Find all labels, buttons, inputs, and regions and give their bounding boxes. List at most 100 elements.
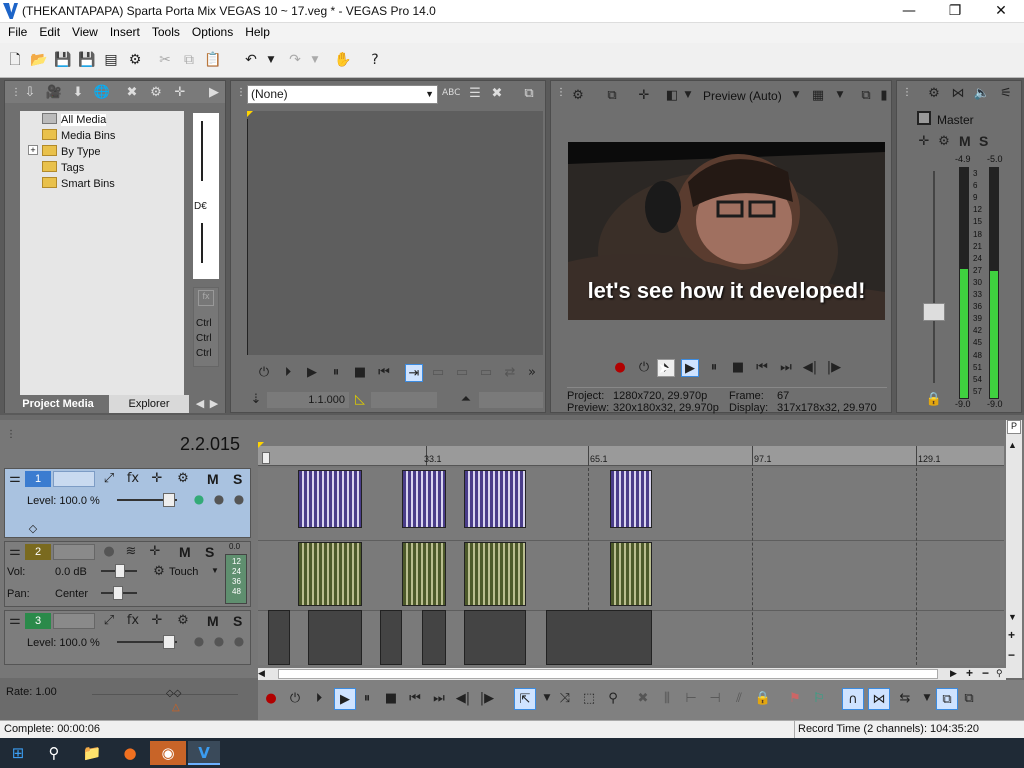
chevron-down-icon[interactable]: ▼ <box>538 690 556 708</box>
close-button[interactable]: ✕ <box>978 0 1024 23</box>
video-clip[interactable] <box>610 470 652 528</box>
menu-insert[interactable]: Insert <box>106 23 144 41</box>
chevron-down-icon[interactable]: ▼ <box>831 87 849 105</box>
lock-icon[interactable]: 🔒 <box>754 690 772 708</box>
video-clip[interactable] <box>380 610 402 665</box>
compositing-icon[interactable]: ● <box>191 633 207 649</box>
vertical-scrollbar[interactable]: P ▲ ▼ + − <box>1006 420 1022 678</box>
compositing-icon[interactable]: ● <box>211 633 227 649</box>
zoom-in-icon[interactable]: + <box>1008 628 1015 642</box>
insert-region-icon[interactable]: ⚐ <box>810 690 828 708</box>
track-name-field[interactable] <box>53 471 95 487</box>
import-media-icon[interactable]: ⇩ <box>21 84 39 102</box>
compositing-icon[interactable]: ● <box>211 491 227 507</box>
add-to-timeline-icon[interactable]: ⇥ <box>405 364 423 382</box>
collapse-icon[interactable]: ⚌ <box>7 613 23 629</box>
tab-project-media[interactable]: Project Media <box>9 395 107 413</box>
play-from-start-icon[interactable]: ⏵ <box>279 364 297 382</box>
composite-mode-icon[interactable]: ✛ <box>149 471 165 487</box>
arm-record-icon[interactable]: ● <box>101 544 117 560</box>
previous-frame-icon[interactable]: ◀| <box>801 359 819 377</box>
trimmer-option-icon[interactable]: ⇄ <box>501 364 519 382</box>
copy-snapshot-icon[interactable]: ⧉ <box>857 87 875 105</box>
menu-edit[interactable]: Edit <box>35 23 64 41</box>
go-to-start-icon[interactable]: ⏮ <box>375 364 393 382</box>
trim-icon[interactable]: ⫼ <box>658 690 676 708</box>
go-to-end-icon[interactable]: ⏭ <box>430 690 448 708</box>
auto-ripple-icon[interactable]: ⇆ <box>896 690 914 708</box>
trimmer-end-field[interactable] <box>479 392 543 408</box>
go-to-start-icon[interactable]: ⏮ <box>753 359 771 377</box>
speaker-icon[interactable]: 🔈 <box>973 85 991 103</box>
track-fx-icon[interactable]: fx <box>125 613 141 629</box>
video-clip[interactable] <box>298 470 362 528</box>
compositing-icon[interactable]: ● <box>231 633 247 649</box>
trimmer-option-icon[interactable]: ▭ <box>429 364 447 382</box>
tree-item-by-type[interactable]: By Type <box>42 145 101 158</box>
save-as-icon[interactable]: 💾 <box>78 52 96 70</box>
zoom-out-h-icon[interactable]: − <box>982 666 989 680</box>
zoom-tool-icon[interactable]: ⚲ <box>996 668 1003 679</box>
tab-scroll-left-icon[interactable]: ◀ <box>193 395 207 413</box>
pause-icon[interactable]: ⏸ <box>358 690 376 708</box>
media-generators-icon[interactable]: ✛ <box>171 84 189 102</box>
properties-icon[interactable]: ⚙ <box>126 52 144 70</box>
auto-crossfade-icon[interactable]: ⋈ <box>868 688 890 710</box>
stop-icon[interactable]: ■ <box>729 359 747 377</box>
scroll-down-icon[interactable]: ▼ <box>1008 612 1017 622</box>
level-slider-thumb[interactable] <box>163 493 175 507</box>
delete-icon[interactable]: ✖ <box>634 690 652 708</box>
go-to-start-icon[interactable]: ⏮ <box>406 690 424 708</box>
capture-video-icon[interactable]: 🎥 <box>45 84 63 102</box>
master-fader-thumb[interactable] <box>923 303 945 321</box>
file-explorer-icon[interactable]: 📁 <box>76 741 108 765</box>
lock-envelopes-icon[interactable]: ⧉ <box>936 688 958 710</box>
loop-playback-icon[interactable]: ⏻ <box>635 359 653 377</box>
paste-icon[interactable]: 📋 <box>204 52 222 70</box>
ignore-grouping-icon[interactable]: ⧉ <box>960 690 978 708</box>
vegas-taskbar-icon[interactable]: V <box>188 741 220 765</box>
video-clip[interactable] <box>464 470 526 528</box>
pan-slider-thumb[interactable] <box>113 586 123 600</box>
minimize-button[interactable]: — <box>886 0 932 23</box>
track-fx-icon[interactable]: ≋ <box>123 544 139 560</box>
whats-this-help-icon[interactable]: ? <box>366 52 384 70</box>
audio-clip[interactable] <box>610 542 652 606</box>
zoom-out-icon[interactable]: − <box>1008 648 1015 662</box>
play-icon[interactable]: ▶ <box>334 688 356 710</box>
video-clip[interactable] <box>422 610 446 665</box>
preview-quality-select[interactable]: Preview (Auto) <box>703 89 782 103</box>
chevron-down-icon[interactable]: ▼ <box>679 87 697 105</box>
maximize-button[interactable]: ❐ <box>932 0 978 23</box>
menu-view[interactable]: View <box>68 23 102 41</box>
scroll-right-icon[interactable]: ▶ <box>950 668 957 679</box>
cut-icon[interactable]: ✂ <box>156 52 174 70</box>
track-motion-icon[interactable]: ⤢ <box>101 471 117 487</box>
audio-clip[interactable] <box>464 542 526 606</box>
track-motion-icon[interactable]: ⤢ <box>101 613 117 629</box>
pause-icon[interactable]: ⏸ <box>705 359 723 377</box>
mixer-icon[interactable]: ⚟ <box>997 85 1015 103</box>
downmix-icon[interactable]: ⋈ <box>949 85 967 103</box>
automation-mode-value[interactable]: Touch <box>169 566 198 578</box>
master-checkbox[interactable] <box>917 111 931 125</box>
tab-explorer[interactable]: Explorer <box>109 395 189 413</box>
track-header-audio-2[interactable]: ⚌ 2 ● ≋ ✛ M S 0.0 12 24 36 48 Vol: 0.0 d… <box>4 541 251 607</box>
trim-end-icon[interactable]: ⊣ <box>706 690 724 708</box>
trim-start-icon[interactable]: ⊢ <box>682 690 700 708</box>
chrome-icon[interactable]: ◉ <box>150 741 186 765</box>
track-lanes[interactable] <box>258 468 1004 665</box>
scroll-option-icon[interactable]: P <box>1007 420 1021 434</box>
menu-options[interactable]: Options <box>188 23 237 41</box>
menu-tools[interactable]: Tools <box>148 23 184 41</box>
pause-icon[interactable]: ⏸ <box>327 364 345 382</box>
record-icon[interactable]: ● <box>262 690 280 708</box>
track-header-video-1[interactable]: ⚌ 1 ⤢ fx ✛ ⚙ M S Level: 100.0 % ● ● ● ◇ <box>4 468 251 538</box>
level-slider-thumb[interactable] <box>163 635 175 649</box>
mute-button[interactable]: M <box>207 613 219 629</box>
trimmer-canvas[interactable] <box>247 111 543 355</box>
trimmer-length-field[interactable] <box>371 392 437 408</box>
play-from-start-icon[interactable]: ⏵ <box>310 690 328 708</box>
composite-mode-icon[interactable]: ✛ <box>149 613 165 629</box>
menu-help[interactable]: Help <box>241 23 274 41</box>
